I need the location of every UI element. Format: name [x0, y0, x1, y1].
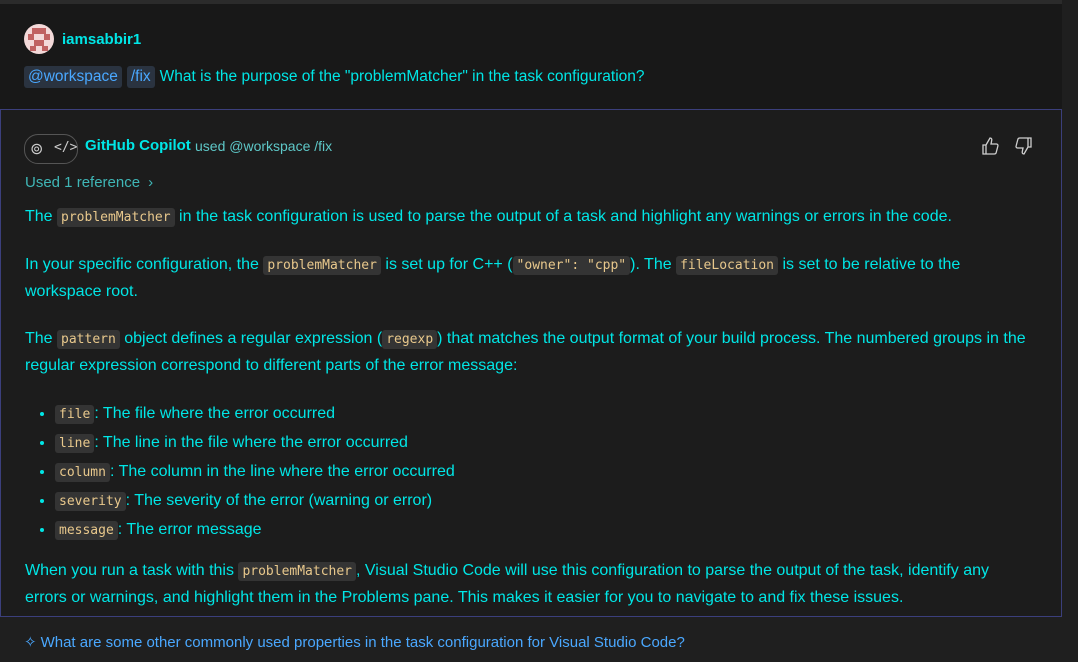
list-item: file: The file where the error occurred [55, 400, 1035, 429]
agent-used-command: used @workspace /fix [195, 138, 333, 154]
thumbs-up-icon[interactable] [981, 136, 1003, 156]
inline-code: fileLocation [676, 256, 778, 275]
copilot-icon: ⊚ [30, 141, 44, 158]
list-item: line: The line in the file where the err… [55, 429, 1035, 458]
agent-name: GitHub Copilot [85, 137, 191, 154]
inline-code: pattern [57, 330, 120, 349]
copilot-avatar: ⊚ </> [24, 134, 78, 164]
copilot-response: ⊚ </> GitHub Copilot used @workspace /fi… [0, 109, 1062, 617]
paragraph-4: When you run a task with this problemMat… [25, 562, 989, 606]
user-message: iamsabbir1 @workspace /fix What is the p… [0, 4, 1062, 109]
question-text: What is the purpose of the "problemMatch… [159, 68, 645, 85]
sparkle-icon: ✧ [24, 634, 37, 651]
suggestion-text: What are some other commonly used proper… [40, 634, 685, 651]
inline-code: problemMatcher [57, 208, 175, 227]
error-groups-list: file: The file where the error occurred … [25, 400, 1035, 545]
fix-command-chip[interactable]: /fix [126, 66, 155, 88]
paragraph-1: The problemMatcher in the task configura… [25, 208, 952, 227]
references-label: Used 1 reference [25, 174, 141, 191]
code-icon: </> [54, 140, 78, 155]
avatar[interactable] [24, 24, 54, 54]
list-item: message: The error message [55, 516, 1035, 545]
user-query: @workspace /fix What is the purpose of t… [24, 65, 645, 89]
workspace-chip[interactable]: @workspace [24, 66, 122, 88]
inline-code: "owner": "cpp" [512, 256, 631, 275]
inline-code: problemMatcher [263, 256, 381, 275]
inline-code: problemMatcher [238, 562, 357, 581]
response-body: The problemMatcher in the task configura… [25, 204, 1035, 632]
references-toggle[interactable]: Used 1 reference › [25, 174, 153, 191]
list-item: column: The column in the line where the… [55, 458, 1035, 487]
username: iamsabbir1 [62, 31, 142, 48]
follow-up-suggestion[interactable]: ✧ What are some other commonly used prope… [24, 633, 685, 651]
inline-code: regexp [382, 330, 438, 349]
chevron-right-icon: › [148, 174, 154, 191]
thumbs-down-icon[interactable] [1013, 136, 1035, 156]
paragraph-3: The pattern object defines a regular exp… [25, 330, 1026, 374]
paragraph-2: In your specific configuration, the prob… [25, 256, 961, 300]
list-item: severity: The severity of the error (war… [55, 487, 1035, 516]
